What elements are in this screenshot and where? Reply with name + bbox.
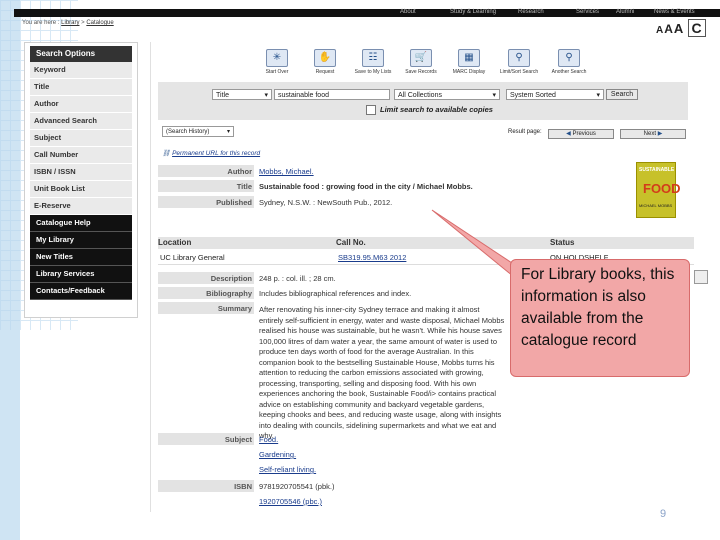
callout-box: For Library books, this information is a…: [510, 259, 690, 377]
slide-page-number: 9: [660, 508, 667, 520]
